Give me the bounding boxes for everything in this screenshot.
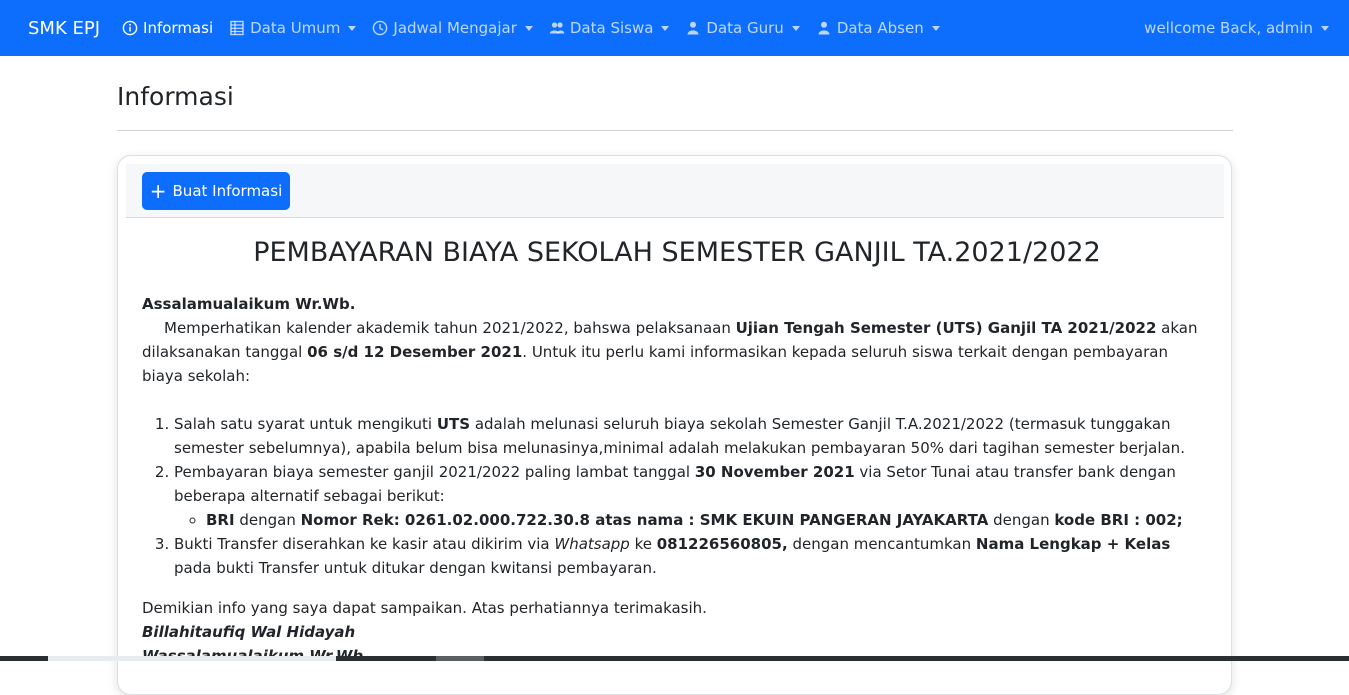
- phone-number: 081226560805,: [656, 535, 788, 553]
- intro-paragraph: Memperhatikan kalender akademik tahun 20…: [142, 316, 1212, 388]
- intro-bold-date: 06 s/d 12 Desember 2021: [307, 343, 523, 361]
- nav-item-data-siswa[interactable]: Data Siswa: [549, 19, 670, 37]
- user-menu-label: wellcome Back, admin: [1144, 19, 1313, 37]
- sign-line-1-text: Billahitaufiq Wal Hidayah: [142, 623, 356, 641]
- page-title: Informasi: [117, 82, 234, 111]
- account-number: Nomor Rek: 0261.02.000.722.30.8 atas nam…: [300, 511, 989, 529]
- bank-code: kode BRI : 002;: [1054, 511, 1183, 529]
- item2-bold-date: 30 November 2021: [694, 463, 855, 481]
- chevron-down-icon: [661, 25, 670, 31]
- plus-icon: +: [149, 179, 167, 203]
- info-title: PEMBAYARAN BIAYA SEKOLAH SEMESTER GANJIL…: [253, 237, 1101, 268]
- bottom-bar-segment: [436, 656, 484, 661]
- create-info-label: Buat Informasi: [172, 182, 283, 200]
- chevron-down-icon: [931, 25, 940, 31]
- item3-text-2: ke: [629, 535, 657, 553]
- user-menu-dropdown[interactable]: wellcome Back, admin: [1144, 0, 1329, 56]
- chevron-down-icon: [1321, 25, 1329, 31]
- bottom-bar-segment: [48, 656, 336, 661]
- clock-icon: [372, 20, 388, 36]
- top-navbar: SMK EPJ Informasi Data Umum Jadwal Menga…: [0, 0, 1349, 56]
- info-card: + Buat Informasi PEMBAYARAN BIAYA SEKOLA…: [117, 155, 1232, 695]
- item3-italic-whatsapp: Whatsapp: [554, 535, 630, 553]
- nav-label-informasi: Informasi: [143, 19, 214, 37]
- item1-text-1: Salah satu syarat untuk mengikuti: [174, 415, 437, 433]
- nav-item-data-umum[interactable]: Data Umum: [229, 19, 357, 37]
- intro-bold-uts: Ujian Tengah Semester (UTS) Ganjil TA 20…: [735, 319, 1157, 337]
- chevron-down-icon: [524, 25, 533, 31]
- list-item: Pembayaran biaya semester ganjil 2021/20…: [174, 460, 1212, 532]
- main-nav: Informasi Data Umum Jadwal Mengajar Data…: [122, 19, 956, 37]
- chevron-down-icon: [791, 25, 800, 31]
- nav-item-data-absen[interactable]: Data Absen: [816, 19, 940, 37]
- nav-label-data-guru: Data Guru: [706, 19, 784, 37]
- item3-bold-name-class: Nama Lengkap + Kelas: [975, 535, 1171, 553]
- sub-text-1: dengan: [234, 511, 301, 529]
- list-item: Bukti Transfer diserahkan ke kasir atau …: [174, 532, 1212, 580]
- item1-bold: UTS: [436, 415, 471, 433]
- payment-options-list: BRI dengan Nomor Rek: 0261.02.000.722.30…: [174, 508, 1212, 532]
- item2-text-1: Pembayaran biaya semester ganjil 2021/20…: [174, 463, 695, 481]
- nav-label-data-siswa: Data Siswa: [569, 19, 654, 37]
- info-content: PEMBAYARAN BIAYA SEKOLAH SEMESTER GANJIL…: [142, 236, 1212, 668]
- people-icon: [549, 20, 565, 36]
- item3-text-3: dengan mencantumkan: [787, 535, 976, 553]
- list-item: Salah satu syarat untuk mengikuti UTS ad…: [174, 412, 1212, 460]
- nav-label-data-umum: Data Umum: [250, 19, 341, 37]
- title-divider: [117, 130, 1233, 131]
- greeting: Assalamualaikum Wr.Wb.: [142, 292, 1212, 316]
- greeting-text: Assalamualaikum Wr.Wb.: [142, 295, 356, 313]
- intro-text-1: Memperhatikan kalender akademik tahun 20…: [164, 319, 736, 337]
- closing-text: Demikian info yang saya dapat sampaikan.…: [142, 599, 707, 617]
- nav-label-data-absen: Data Absen: [836, 19, 924, 37]
- bank-name: BRI: [206, 511, 235, 529]
- chevron-down-icon: [348, 25, 357, 31]
- card-header: + Buat Informasi: [126, 164, 1224, 218]
- table-icon: [229, 20, 245, 36]
- person-icon: [816, 20, 832, 36]
- bottom-bar: [0, 656, 1349, 661]
- sub-text-2: dengan: [988, 511, 1055, 529]
- item3-text-4: pada bukti Transfer untuk ditukar dengan…: [174, 559, 657, 577]
- nav-item-informasi[interactable]: Informasi: [122, 19, 213, 37]
- sign-line-1: Billahitaufiq Wal Hidayah: [142, 620, 1212, 644]
- info-list: Salah satu syarat untuk mengikuti UTS ad…: [142, 412, 1212, 580]
- item3-text-1: Bukti Transfer diserahkan ke kasir atau …: [174, 535, 555, 553]
- nav-item-data-guru[interactable]: Data Guru: [685, 19, 800, 37]
- info-circle-icon: [122, 20, 138, 36]
- brand-link[interactable]: SMK EPJ: [28, 18, 100, 39]
- person-icon: [685, 20, 701, 36]
- create-info-button[interactable]: + Buat Informasi: [142, 172, 290, 210]
- list-item: BRI dengan Nomor Rek: 0261.02.000.722.30…: [206, 508, 1212, 532]
- nav-item-jadwal-mengajar[interactable]: Jadwal Mengajar: [372, 19, 533, 37]
- nav-label-jadwal-mengajar: Jadwal Mengajar: [393, 19, 517, 37]
